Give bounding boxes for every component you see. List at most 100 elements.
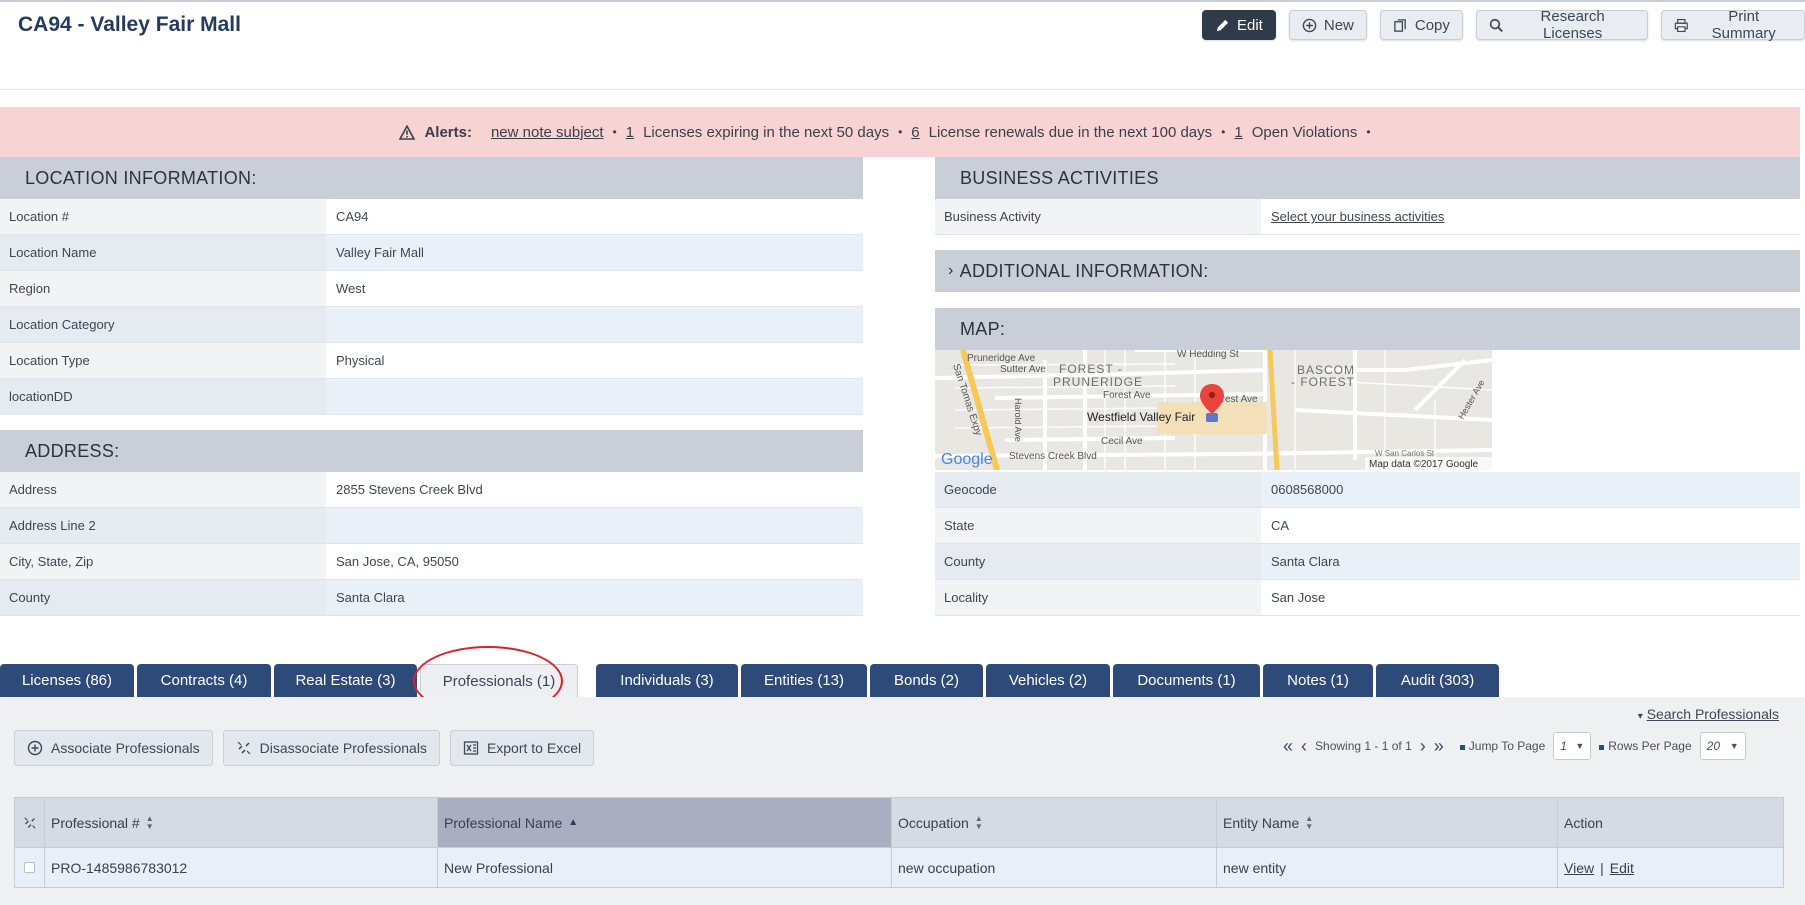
tab-real-estate[interactable]: Real Estate (3) <box>274 664 417 697</box>
alert-renewals-count-link[interactable]: 6 <box>911 124 919 141</box>
next-page-icon[interactable]: › <box>1420 736 1426 757</box>
alert-renewals-text: License renewals due in the next 100 day… <box>928 123 1213 141</box>
alert-note-link[interactable]: new note subject <box>491 124 604 141</box>
alert-violations-count-link[interactable]: 1 <box>1234 124 1242 141</box>
previous-page-icon[interactable]: ‹ <box>1301 736 1307 757</box>
tab-bonds[interactable]: Bonds (2) <box>870 664 983 697</box>
address-row: Address Line 2 <box>0 508 863 544</box>
google-logo: Google <box>941 451 993 468</box>
research-label: Research Licenses <box>1540 8 1605 42</box>
location-type-value: Physical <box>326 343 863 378</box>
column-header-occupation[interactable]: Occupation ▲ ▼ <box>892 798 1217 847</box>
print-summary-button[interactable]: Print Summary <box>1660 8 1805 42</box>
edit-button[interactable]: Edit <box>1202 10 1276 40</box>
first-page-icon[interactable]: « <box>1283 736 1293 757</box>
warning-icon <box>399 124 416 140</box>
address-row: City, State, Zip San Jose, CA, 95050 <box>0 544 863 580</box>
address-row: County Santa Clara <box>0 580 863 616</box>
row-checkbox[interactable] <box>24 862 35 873</box>
related-records-tabs: Licenses (86) Contracts (4) Real Estate … <box>0 664 1499 697</box>
export-to-excel-button[interactable]: Export to Excel <box>449 730 595 766</box>
last-page-icon[interactable]: » <box>1434 736 1444 757</box>
location-row: Location Category <box>0 307 863 343</box>
professionals-table: Professional # ▲ ▼ Professional Name ▲ Oc… <box>14 797 1784 888</box>
column-header-professional-name[interactable]: Professional Name ▲ <box>438 798 892 847</box>
pagination: « ‹ Showing 1 - 1 of 1 › » Jump To Page … <box>1283 732 1746 760</box>
alert-expiring-text: Licenses expiring in the next 50 days <box>643 123 890 141</box>
disassociate-professionals-button[interactable]: Disassociate Professionals <box>222 730 440 766</box>
tab-vehicles[interactable]: Vehicles (2) <box>986 664 1110 697</box>
alert-separator: • <box>1221 125 1226 139</box>
business-activity-value: Select your business activities <box>1261 199 1800 234</box>
state-key: State <box>935 508 1261 543</box>
city-state-zip-key: City, State, Zip <box>0 544 326 579</box>
map-county-key: County <box>935 544 1261 579</box>
copy-icon <box>1394 18 1406 32</box>
alerts-label: Alerts: <box>424 123 472 141</box>
tab-entities[interactable]: Entities (13) <box>741 664 867 697</box>
column-header-professional-number[interactable]: Professional # ▲ ▼ <box>45 798 438 847</box>
location-category-key: Location Category <box>0 307 326 342</box>
action-separator: | <box>1600 859 1604 876</box>
tab-audit[interactable]: Audit (303) <box>1376 664 1499 697</box>
tab-professionals[interactable]: Professionals (1) <box>420 664 578 697</box>
location-info-heading: LOCATION INFORMATION: <box>0 157 863 199</box>
map-info-row: Locality San Jose <box>935 580 1800 616</box>
map-label-sutter: Sutter Ave <box>1000 364 1046 375</box>
tab-documents[interactable]: Documents (1) <box>1113 664 1260 697</box>
copy-label: Copy <box>1414 16 1450 34</box>
bullet-icon <box>1459 745 1465 750</box>
additional-info-heading[interactable]: › ADDITIONAL INFORMATION: <box>935 250 1800 292</box>
column-occupation-label: Occupation <box>898 814 969 831</box>
associate-professionals-button[interactable]: Associate Professionals <box>14 730 213 766</box>
new-button[interactable]: New <box>1288 10 1367 40</box>
search-professionals-link[interactable]: Search Professionals <box>1647 706 1779 722</box>
map-label-forest-pruneridge-1: FOREST - <box>1059 362 1123 376</box>
map-label-pruneridge: Pruneridge Ave <box>967 353 1036 364</box>
copy-button[interactable]: Copy <box>1379 10 1463 40</box>
search-icon <box>1489 18 1503 32</box>
associate-label: Associate Professionals <box>51 740 200 756</box>
jump-value: 1 <box>1560 739 1567 753</box>
edit-link[interactable]: Edit <box>1610 860 1634 876</box>
tab-contracts[interactable]: Contracts (4) <box>137 664 271 697</box>
cell-professional-name: New Professional <box>438 848 892 887</box>
search-professionals-toggle[interactable]: ▾ Search Professionals <box>1638 706 1779 722</box>
location-category-value <box>326 307 863 342</box>
location-map[interactable]: W Hedding St Pruneridge Ave Sutter Ave F… <box>935 350 1492 470</box>
disassociate-label: Disassociate Professionals <box>259 740 427 756</box>
region-key: Region <box>0 271 326 306</box>
column-header-entity-name[interactable]: Entity Name ▲ ▼ <box>1217 798 1558 847</box>
location-row: Location Type Physical <box>0 343 863 379</box>
print-label: Print Summary <box>1711 8 1776 42</box>
state-value: CA <box>1261 508 1800 543</box>
rows-per-page-select[interactable]: 20 ▼ <box>1699 732 1746 760</box>
showing-count: Showing 1 - 1 of 1 <box>1315 739 1412 753</box>
caret-down-icon: ▼ <box>1575 741 1585 751</box>
sort-icon: ▲ ▼ <box>974 813 983 831</box>
tab-licenses[interactable]: Licenses (86) <box>0 664 134 697</box>
research-licenses-button[interactable]: Research Licenses <box>1475 8 1648 42</box>
alert-expiring-count-link[interactable]: 1 <box>626 124 634 141</box>
address-key: Address <box>0 472 326 507</box>
map-heading: MAP: <box>935 308 1800 350</box>
select-all-unlink-icon[interactable] <box>15 798 45 847</box>
map-label-harold: Harold Ave <box>1013 398 1023 442</box>
location-row: locationDD <box>0 379 863 415</box>
location-name-key: Location Name <box>0 235 326 270</box>
select-business-activities-link[interactable]: Select your business activities <box>1271 209 1444 224</box>
tab-individuals[interactable]: Individuals (3) <box>596 664 738 697</box>
column-action-label: Action <box>1564 814 1603 831</box>
map-label-cecil: Cecil Ave <box>1101 436 1143 447</box>
business-activity-key: Business Activity <box>935 199 1261 234</box>
jump-to-page-select[interactable]: 1 ▼ <box>1553 732 1592 760</box>
address-line2-key: Address Line 2 <box>0 508 326 543</box>
tab-notes[interactable]: Notes (1) <box>1263 664 1373 697</box>
jump-to-page-label: Jump To Page <box>1459 739 1546 753</box>
chevron-right-icon: › <box>948 262 954 279</box>
view-link[interactable]: View <box>1564 860 1594 876</box>
map-info-row: County Santa Clara <box>935 544 1800 580</box>
map-county-value: Santa Clara <box>1261 544 1800 579</box>
map-label-stevens: Stevens Creek Blvd <box>1009 451 1097 462</box>
jump-label-text: Jump To Page <box>1468 739 1546 753</box>
